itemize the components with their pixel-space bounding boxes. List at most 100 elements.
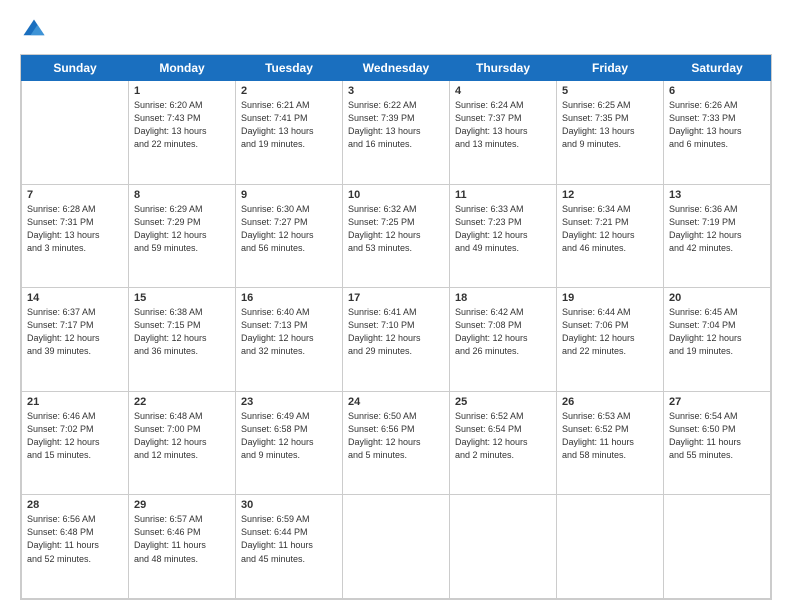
calendar-cell: 17 Sunrise: 6:41 AM Sunset: 7:10 PM Dayli… <box>343 288 450 392</box>
day-header-monday: Monday <box>129 56 236 81</box>
day-info: Sunrise: 6:36 AM Sunset: 7:19 PM Dayligh… <box>669 203 765 255</box>
week-row-3: 14 Sunrise: 6:37 AM Sunset: 7:17 PM Dayli… <box>22 288 771 392</box>
day-number: 18 <box>455 292 551 304</box>
calendar: SundayMondayTuesdayWednesdayThursdayFrid… <box>20 54 772 600</box>
day-number: 7 <box>27 189 123 201</box>
day-info: Sunrise: 6:33 AM Sunset: 7:23 PM Dayligh… <box>455 203 551 255</box>
day-number: 22 <box>134 396 230 408</box>
day-number: 1 <box>134 85 230 97</box>
day-info: Sunrise: 6:40 AM Sunset: 7:13 PM Dayligh… <box>241 306 337 358</box>
logo <box>20 16 52 44</box>
day-info: Sunrise: 6:41 AM Sunset: 7:10 PM Dayligh… <box>348 306 444 358</box>
calendar-cell: 1 Sunrise: 6:20 AM Sunset: 7:43 PM Daylig… <box>129 81 236 185</box>
calendar-cell: 15 Sunrise: 6:38 AM Sunset: 7:15 PM Dayli… <box>129 288 236 392</box>
calendar-cell: 10 Sunrise: 6:32 AM Sunset: 7:25 PM Dayli… <box>343 184 450 288</box>
calendar-cell: 4 Sunrise: 6:24 AM Sunset: 7:37 PM Daylig… <box>450 81 557 185</box>
calendar-cell: 9 Sunrise: 6:30 AM Sunset: 7:27 PM Daylig… <box>236 184 343 288</box>
calendar-cell: 7 Sunrise: 6:28 AM Sunset: 7:31 PM Daylig… <box>22 184 129 288</box>
calendar-cell: 18Sunrise: 6:42 AM Sunset: 7:08 PM Dayli… <box>450 288 557 392</box>
day-number: 15 <box>134 292 230 304</box>
day-number: 12 <box>562 189 658 201</box>
day-header-tuesday: Tuesday <box>236 56 343 81</box>
calendar-cell: 14 Sunrise: 6:37 AM Sunset: 7:17 PM Dayli… <box>22 288 129 392</box>
day-info: Sunrise: 6:38 AM Sunset: 7:15 PM Dayligh… <box>134 306 230 358</box>
day-header-sunday: Sunday <box>22 56 129 81</box>
day-info: Sunrise: 6:45 AM Sunset: 7:04 PM Dayligh… <box>669 306 765 358</box>
day-info: Sunrise: 6:20 AM Sunset: 7:43 PM Dayligh… <box>134 99 230 151</box>
calendar-cell: 29Sunrise: 6:57 AM Sunset: 6:46 PM Dayli… <box>129 495 236 599</box>
day-info: Sunrise: 6:48 AM Sunset: 7:00 PM Dayligh… <box>134 410 230 462</box>
day-info: Sunrise: 6:26 AM Sunset: 7:33 PM Dayligh… <box>669 99 765 151</box>
day-info: Sunrise: 6:37 AM Sunset: 7:17 PM Dayligh… <box>27 306 123 358</box>
day-number: 25 <box>455 396 551 408</box>
day-info: Sunrise: 6:46 AM Sunset: 7:02 PM Dayligh… <box>27 410 123 462</box>
calendar-cell <box>343 495 450 599</box>
calendar-cell: 23 Sunrise: 6:49 AM Sunset: 6:58 PM Dayli… <box>236 391 343 495</box>
calendar-header: SundayMondayTuesdayWednesdayThursdayFrid… <box>22 56 771 81</box>
days-row: SundayMondayTuesdayWednesdayThursdayFrid… <box>22 56 771 81</box>
header <box>20 16 772 44</box>
calendar-cell: 24 Sunrise: 6:50 AM Sunset: 6:56 PM Dayli… <box>343 391 450 495</box>
day-number: 14 <box>27 292 123 304</box>
day-number: 13 <box>669 189 765 201</box>
calendar-cell: 25 Sunrise: 6:52 AM Sunset: 6:54 PM Dayli… <box>450 391 557 495</box>
calendar-cell: 19 Sunrise: 6:44 AM Sunset: 7:06 PM Dayli… <box>557 288 664 392</box>
calendar-cell: 26 Sunrise: 6:53 AM Sunset: 6:52 PM Dayli… <box>557 391 664 495</box>
day-info: Sunrise: 6:29 AM Sunset: 7:29 PM Dayligh… <box>134 203 230 255</box>
calendar-cell <box>557 495 664 599</box>
day-info: Sunrise: 6:52 AM Sunset: 6:54 PM Dayligh… <box>455 410 551 462</box>
day-info: Sunrise: 6:22 AM Sunset: 7:39 PM Dayligh… <box>348 99 444 151</box>
day-info: Sunrise: 6:28 AM Sunset: 7:31 PM Dayligh… <box>27 203 123 255</box>
day-number: 19 <box>562 292 658 304</box>
calendar-table: SundayMondayTuesdayWednesdayThursdayFrid… <box>21 55 771 599</box>
day-number: 24 <box>348 396 444 408</box>
calendar-cell <box>450 495 557 599</box>
day-number: 21 <box>27 396 123 408</box>
day-number: 2 <box>241 85 337 97</box>
calendar-body: 1 Sunrise: 6:20 AM Sunset: 7:43 PM Daylig… <box>22 81 771 599</box>
day-info: Sunrise: 6:59 AM Sunset: 6:44 PM Dayligh… <box>241 513 337 565</box>
calendar-cell: 16 Sunrise: 6:40 AM Sunset: 7:13 PM Dayli… <box>236 288 343 392</box>
day-number: 16 <box>241 292 337 304</box>
day-number: 4 <box>455 85 551 97</box>
calendar-cell: 13 Sunrise: 6:36 AM Sunset: 7:19 PM Dayli… <box>664 184 771 288</box>
day-info: Sunrise: 6:56 AM Sunset: 6:48 PM Dayligh… <box>27 513 123 565</box>
day-number: 30 <box>241 499 337 511</box>
calendar-cell <box>22 81 129 185</box>
day-number: 11 <box>455 189 551 201</box>
day-number: 8 <box>134 189 230 201</box>
day-info: Sunrise: 6:30 AM Sunset: 7:27 PM Dayligh… <box>241 203 337 255</box>
day-info: Sunrise: 6:44 AM Sunset: 7:06 PM Dayligh… <box>562 306 658 358</box>
week-row-1: 1 Sunrise: 6:20 AM Sunset: 7:43 PM Daylig… <box>22 81 771 185</box>
calendar-cell: 22 Sunrise: 6:48 AM Sunset: 7:00 PM Dayli… <box>129 391 236 495</box>
day-number: 5 <box>562 85 658 97</box>
day-number: 3 <box>348 85 444 97</box>
calendar-cell: 11 Sunrise: 6:33 AM Sunset: 7:23 PM Dayli… <box>450 184 557 288</box>
day-info: Sunrise: 6:53 AM Sunset: 6:52 PM Dayligh… <box>562 410 658 462</box>
day-number: 20 <box>669 292 765 304</box>
day-number: 17 <box>348 292 444 304</box>
day-number: 6 <box>669 85 765 97</box>
day-info: Sunrise: 6:54 AM Sunset: 6:50 PM Dayligh… <box>669 410 765 462</box>
calendar-cell: 8 Sunrise: 6:29 AM Sunset: 7:29 PM Daylig… <box>129 184 236 288</box>
day-info: Sunrise: 6:57 AM Sunset: 6:46 PM Dayligh… <box>134 513 230 565</box>
calendar-cell: 30 Sunrise: 6:59 AM Sunset: 6:44 PM Dayli… <box>236 495 343 599</box>
day-header-friday: Friday <box>557 56 664 81</box>
calendar-cell: 12Sunrise: 6:34 AM Sunset: 7:21 PM Dayli… <box>557 184 664 288</box>
day-info: Sunrise: 6:49 AM Sunset: 6:58 PM Dayligh… <box>241 410 337 462</box>
calendar-cell <box>664 495 771 599</box>
day-info: Sunrise: 6:50 AM Sunset: 6:56 PM Dayligh… <box>348 410 444 462</box>
day-number: 28 <box>27 499 123 511</box>
day-number: 26 <box>562 396 658 408</box>
day-info: Sunrise: 6:21 AM Sunset: 7:41 PM Dayligh… <box>241 99 337 151</box>
week-row-2: 7 Sunrise: 6:28 AM Sunset: 7:31 PM Daylig… <box>22 184 771 288</box>
day-number: 10 <box>348 189 444 201</box>
calendar-cell: 27 Sunrise: 6:54 AM Sunset: 6:50 PM Dayli… <box>664 391 771 495</box>
day-info: Sunrise: 6:24 AM Sunset: 7:37 PM Dayligh… <box>455 99 551 151</box>
day-number: 9 <box>241 189 337 201</box>
day-number: 23 <box>241 396 337 408</box>
day-number: 27 <box>669 396 765 408</box>
day-info: Sunrise: 6:32 AM Sunset: 7:25 PM Dayligh… <box>348 203 444 255</box>
day-header-wednesday: Wednesday <box>343 56 450 81</box>
week-row-5: 28 Sunrise: 6:56 AM Sunset: 6:48 PM Dayli… <box>22 495 771 599</box>
